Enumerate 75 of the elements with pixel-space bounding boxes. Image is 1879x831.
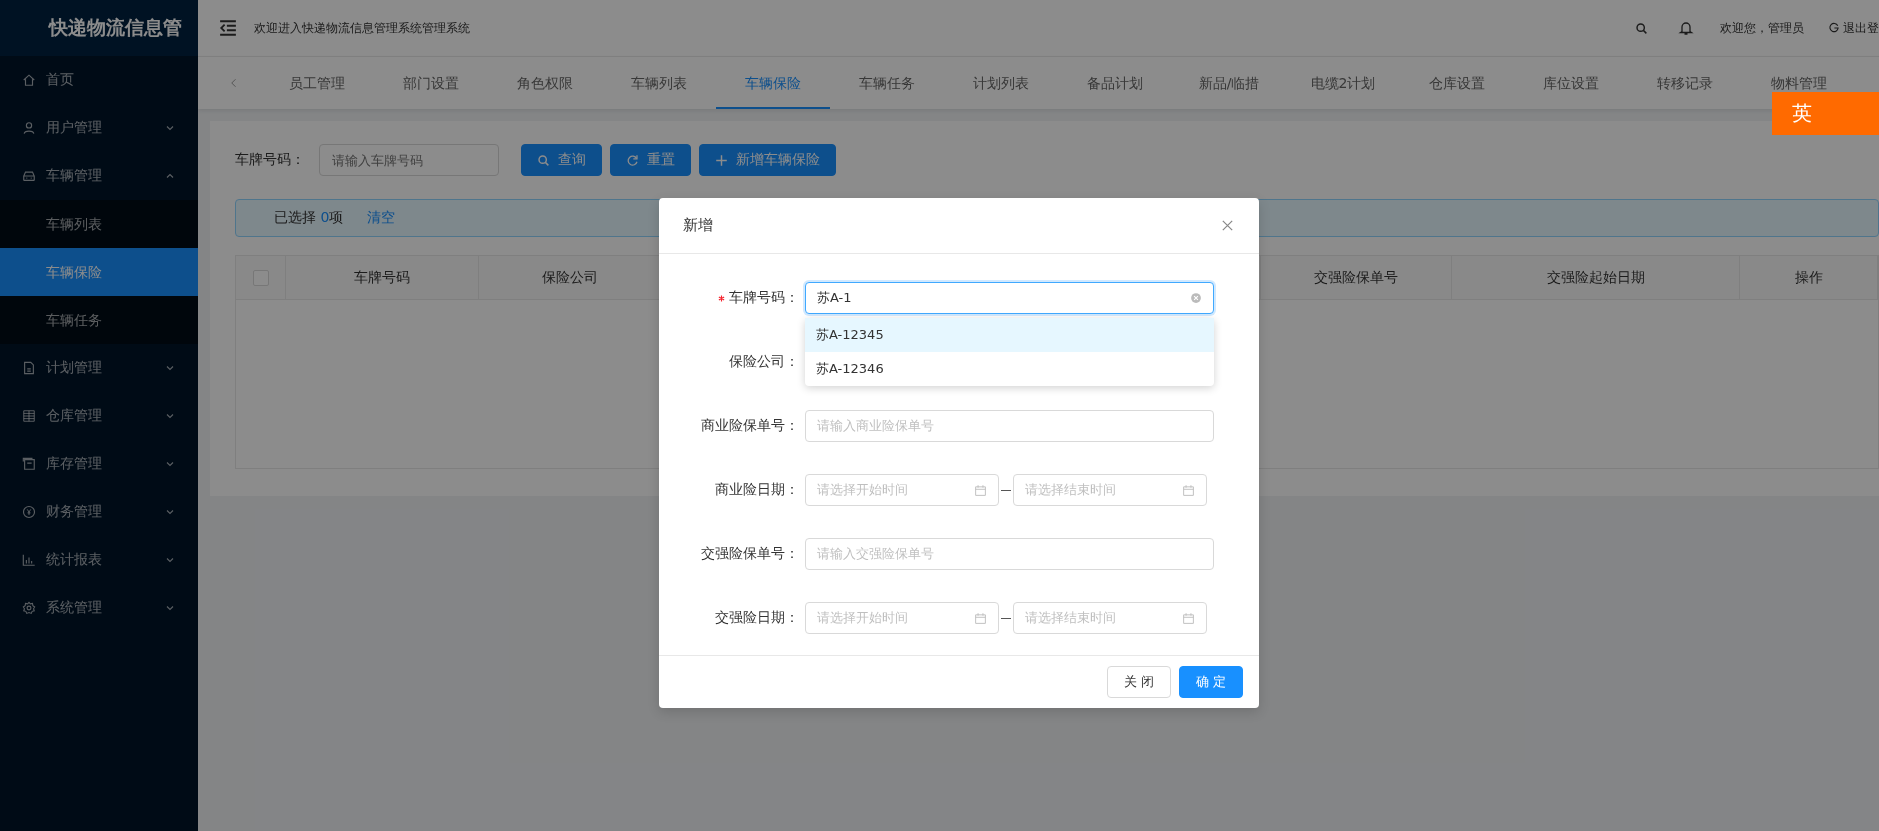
column-header: 操作 bbox=[1794, 268, 1823, 287]
tab[interactable]: 仓库设置 bbox=[1400, 57, 1514, 109]
input-method-badge[interactable]: 英 bbox=[1772, 92, 1879, 135]
sidebar-menu-item[interactable]: 仓库管理 bbox=[0, 392, 198, 440]
close-icon[interactable] bbox=[1220, 218, 1235, 233]
column-header: 交强险起始日期 bbox=[1546, 268, 1645, 287]
sidebar-menu-item[interactable]: 车辆管理 bbox=[0, 152, 198, 200]
sidebar-menu-item[interactable]: 库存管理 bbox=[0, 440, 198, 488]
search-button[interactable]: 查询 bbox=[521, 144, 602, 176]
sidebar-submenu-item[interactable]: 车辆保险 bbox=[0, 248, 198, 296]
clear-link[interactable]: 清空 bbox=[367, 209, 396, 227]
date-field[interactable]: 请选择结束时间 bbox=[1013, 602, 1207, 634]
sidebar-menu-item[interactable]: 用户管理 bbox=[0, 104, 198, 152]
calendar-icon bbox=[974, 483, 987, 497]
search-icon bbox=[537, 153, 550, 167]
column-header: 车牌号码 bbox=[354, 268, 410, 287]
logout-icon bbox=[1828, 22, 1840, 34]
close-button[interactable]: 关 闭 bbox=[1106, 666, 1171, 698]
tab[interactable]: 员工管理 bbox=[260, 57, 374, 109]
calendar-icon bbox=[1182, 483, 1195, 497]
date-field[interactable]: 请选择结束时间 bbox=[1013, 474, 1207, 506]
field-label: 商业险日期： bbox=[715, 481, 799, 499]
bell-icon[interactable] bbox=[1678, 20, 1694, 36]
date-field[interactable]: 请选择开始时间 bbox=[805, 602, 999, 634]
field-label: 保险公司： bbox=[729, 353, 799, 371]
search-label: 车牌号码： bbox=[235, 151, 305, 169]
sidebar-submenu-item[interactable]: 车辆任务 bbox=[0, 296, 198, 344]
plus-icon bbox=[715, 153, 728, 167]
user-greeting[interactable]: 欢迎您，管理员 bbox=[1720, 19, 1804, 37]
add-button[interactable]: 新增车辆保险 bbox=[699, 144, 836, 176]
header-title: 欢迎进入快递物流信息管理系统管理系统 bbox=[254, 19, 470, 37]
search-icon[interactable] bbox=[1635, 21, 1648, 35]
date-field[interactable]: 请选择开始时间 bbox=[805, 474, 999, 506]
range-separator bbox=[1001, 617, 1011, 619]
suggestion-option[interactable]: 苏A-12345 bbox=[805, 318, 1214, 352]
calendar-icon bbox=[974, 611, 987, 625]
sidebar-menu-item[interactable]: 计划管理 bbox=[0, 344, 198, 392]
field-label: 商业险保单号： bbox=[701, 417, 799, 435]
suggestion-option[interactable]: 苏A-12346 bbox=[805, 352, 1214, 386]
selection-count-text: 已选择 0项 bbox=[274, 209, 344, 227]
tab[interactable]: 车辆保险 bbox=[716, 57, 830, 109]
sidebar-menu-item[interactable]: 统计报表 bbox=[0, 536, 198, 584]
sidebar-submenu-item[interactable]: 车辆列表 bbox=[0, 200, 198, 248]
tab[interactable]: 角色权限 bbox=[488, 57, 602, 109]
tab[interactable]: 新品/临措 bbox=[1172, 57, 1286, 109]
app-logo-text: 快递物流信息管 bbox=[49, 15, 182, 40]
sidebar-menu-item[interactable]: 首页 bbox=[0, 56, 198, 104]
input-field[interactable]: 苏A-1 bbox=[805, 282, 1214, 314]
sidebar-menu-item[interactable]: 系统管理 bbox=[0, 584, 198, 632]
column-header: 保险公司 bbox=[541, 268, 598, 287]
calendar-icon bbox=[1182, 611, 1195, 625]
tab[interactable]: 部门设置 bbox=[374, 57, 488, 109]
input-field[interactable]: 请输入商业险保单号 bbox=[805, 410, 1214, 442]
field-label: 交强险保单号： bbox=[701, 545, 799, 563]
logout-link[interactable]: 退出登 bbox=[1828, 19, 1879, 37]
reload-icon bbox=[626, 153, 639, 167]
confirm-button[interactable]: 确 定 bbox=[1178, 666, 1243, 698]
tab[interactable]: 转移记录 bbox=[1628, 57, 1742, 109]
search-field[interactable]: 请输入车牌号码 bbox=[319, 144, 499, 176]
dialog-title: 新增 bbox=[683, 216, 713, 235]
menu-fold-icon[interactable] bbox=[218, 19, 238, 37]
tab[interactable]: 车辆列表 bbox=[602, 57, 716, 109]
tab[interactable]: 电缆2计划 bbox=[1286, 57, 1400, 109]
clear-icon[interactable] bbox=[1190, 292, 1202, 304]
tab[interactable]: 车辆任务 bbox=[830, 57, 944, 109]
column-header: 交强险保单号 bbox=[1314, 268, 1398, 287]
range-separator bbox=[1001, 489, 1011, 491]
field-label: 交强险日期： bbox=[715, 609, 799, 627]
tab[interactable]: 库位设置 bbox=[1514, 57, 1628, 109]
field-label: 车牌号码： bbox=[729, 289, 799, 307]
tab[interactable]: 计划列表 bbox=[944, 57, 1058, 109]
input-field[interactable]: 请输入交强险保单号 bbox=[805, 538, 1214, 570]
tab[interactable]: 备品计划 bbox=[1058, 57, 1172, 109]
sidebar-menu-item[interactable]: 财务管理 bbox=[0, 488, 198, 536]
reset-button[interactable]: 重置 bbox=[610, 144, 691, 176]
